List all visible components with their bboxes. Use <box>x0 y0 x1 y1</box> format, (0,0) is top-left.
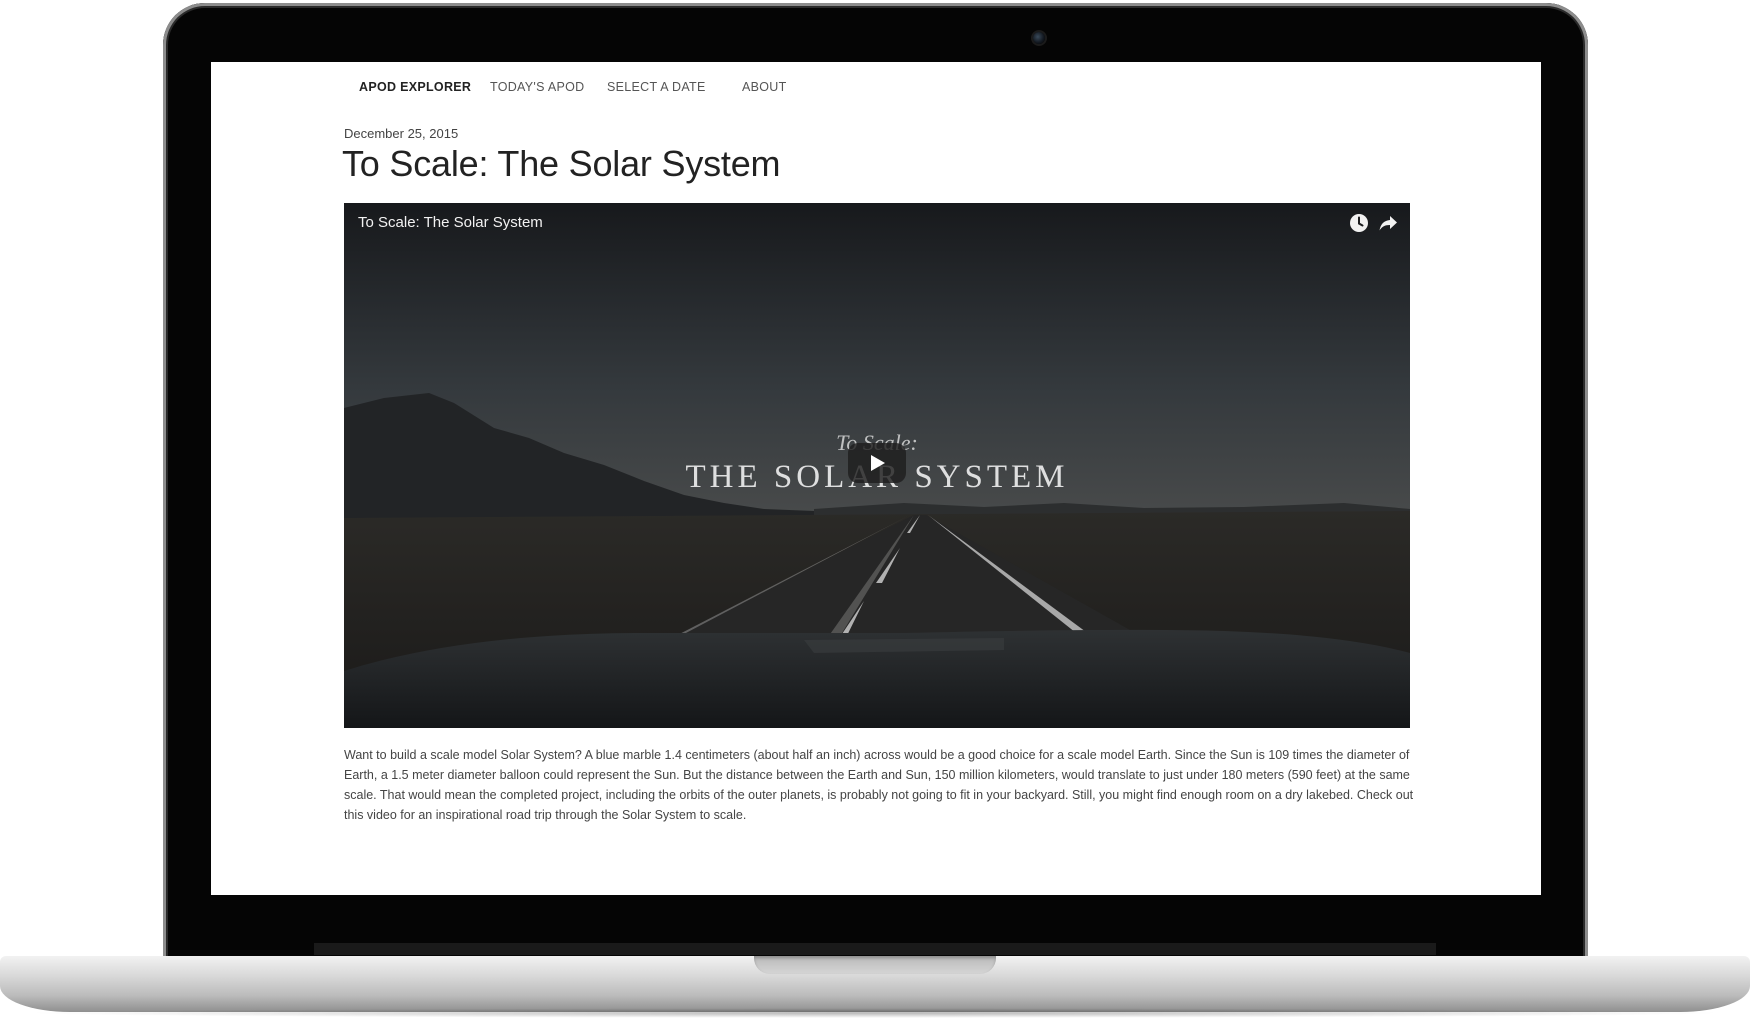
watch-later-button[interactable] <box>1347 211 1371 235</box>
play-icon <box>871 455 885 471</box>
nav-brand-apod-explorer[interactable]: APOD EXPLORER <box>359 80 471 94</box>
top-navigation: APOD EXPLORER TODAY'S APOD SELECT A DATE… <box>211 80 1541 102</box>
nav-item-todays-apod[interactable]: TODAY'S APOD <box>490 80 584 94</box>
post-description: Want to build a scale model Solar System… <box>344 748 1414 822</box>
video-player[interactable]: To Scale: The Solar System To Scale: THE… <box>344 203 1410 728</box>
post-date: December 25, 2015 <box>344 126 459 141</box>
play-button[interactable] <box>848 443 906 483</box>
laptop-shadow <box>20 1008 1730 1018</box>
share-icon <box>1379 216 1397 231</box>
nav-item-about[interactable]: ABOUT <box>742 80 787 94</box>
share-button[interactable] <box>1376 211 1400 235</box>
video-title: To Scale: The Solar System <box>358 214 543 231</box>
laptop-mockup: APOD EXPLORER TODAY'S APOD SELECT A DATE… <box>0 0 1750 1024</box>
laptop-notch <box>754 956 996 974</box>
laptop-hinge <box>314 943 1436 955</box>
clock-icon <box>1350 214 1368 232</box>
nav-item-select-a-date[interactable]: SELECT A DATE <box>607 80 706 94</box>
camera-icon <box>1033 32 1045 44</box>
browser-screen: APOD EXPLORER TODAY'S APOD SELECT A DATE… <box>211 62 1541 895</box>
page-title: To Scale: The Solar System <box>342 143 781 184</box>
